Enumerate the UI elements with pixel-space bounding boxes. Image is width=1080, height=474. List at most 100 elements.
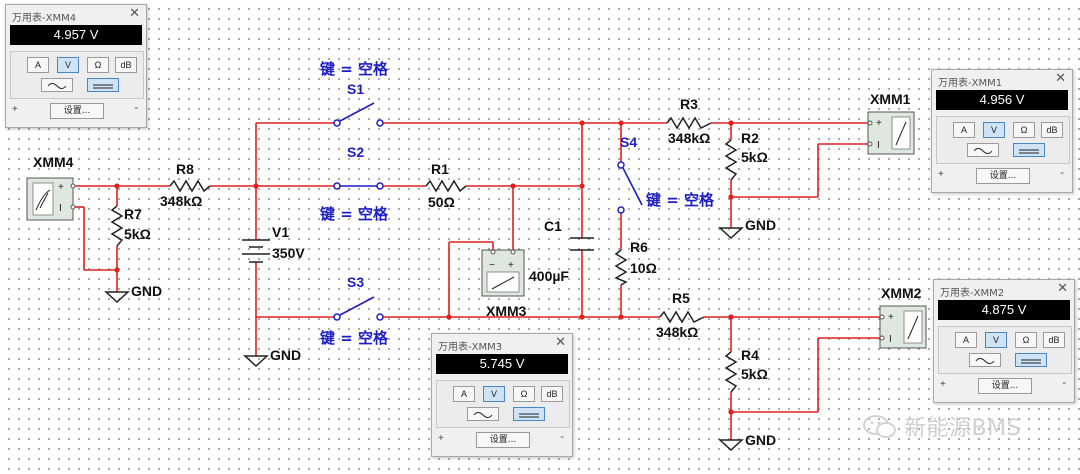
dc-button[interactable] <box>513 407 545 421</box>
positive-terminal-label: + <box>940 379 946 390</box>
switch-s2[interactable] <box>333 182 384 190</box>
v1-value: 350V <box>272 245 305 261</box>
resistor-r4 <box>724 351 738 393</box>
xmm4-label: XMM4 <box>33 154 74 170</box>
meter-symbol-xmm4[interactable]: + I <box>26 177 76 221</box>
s1-key-label: 键 = 空格 <box>319 60 389 78</box>
settings-button[interactable]: 设置... <box>978 378 1032 394</box>
r3-label: R3 <box>680 96 698 112</box>
svg-text:+: + <box>888 312 894 323</box>
meter-symbol-xmm3[interactable]: − + <box>481 249 525 297</box>
meter-display: 5.745 V <box>436 354 568 374</box>
voltmeter-button[interactable]: V <box>985 332 1007 348</box>
r4-value: 5kΩ <box>741 366 768 382</box>
xmm1-label: XMM1 <box>870 91 911 107</box>
ammeter-button[interactable]: A <box>453 386 475 402</box>
gnd-label: GND <box>270 347 301 363</box>
s2-key-label: 键 = 空格 <box>319 205 389 223</box>
r7-label: R7 <box>124 206 142 222</box>
gnd-label: GND <box>131 283 162 299</box>
switch-s1[interactable] <box>333 102 384 127</box>
settings-button[interactable]: 设置... <box>50 103 104 119</box>
r3-value: 348kΩ <box>668 130 710 146</box>
multimeter-panel-xmm2: 万用表-XMM2 ✕ 4.875 V A V Ω dB + 设置... - <box>933 279 1075 403</box>
sine-wave-icon <box>975 358 995 364</box>
dc-line-icon <box>93 84 113 89</box>
negative-terminal-label: - <box>1060 167 1064 179</box>
meter-display: 4.875 V <box>938 300 1070 320</box>
svg-text:+: + <box>508 260 514 271</box>
ac-wave-button[interactable] <box>969 353 1001 367</box>
r1-label: R1 <box>431 161 449 177</box>
close-icon[interactable]: ✕ <box>1055 71 1066 86</box>
dc-line-icon <box>1021 359 1041 364</box>
svg-text:+: + <box>876 118 882 129</box>
resistor-r7 <box>110 205 124 247</box>
s3-key-label: 键 = 空格 <box>319 329 389 347</box>
settings-button[interactable]: 设置... <box>976 168 1030 184</box>
sine-wave-icon <box>973 148 993 154</box>
ammeter-button[interactable]: A <box>953 122 975 138</box>
r6-value: 10Ω <box>630 260 657 276</box>
decibel-button[interactable]: dB <box>1043 332 1065 348</box>
positive-terminal-label: + <box>938 169 944 180</box>
ammeter-button[interactable]: A <box>27 57 49 73</box>
meter-symbol-xmm1[interactable]: + I <box>867 111 915 155</box>
gnd-label: GND <box>745 432 776 448</box>
r2-value: 5kΩ <box>741 149 768 165</box>
resistor-r2 <box>724 139 738 181</box>
dc-button[interactable] <box>87 78 119 92</box>
ammeter-button[interactable]: A <box>955 332 977 348</box>
switch-s4[interactable] <box>617 161 643 214</box>
decibel-button[interactable]: dB <box>1041 122 1063 138</box>
panel-title: 万用表-XMM2 <box>940 288 1005 299</box>
r5-value: 348kΩ <box>656 324 698 340</box>
ohmmeter-button[interactable]: Ω <box>87 57 109 73</box>
close-icon[interactable]: ✕ <box>129 6 140 21</box>
r2-label: R2 <box>741 130 759 146</box>
ohmmeter-button[interactable]: Ω <box>1015 332 1037 348</box>
close-icon[interactable]: ✕ <box>555 335 566 350</box>
dc-line-icon <box>1019 149 1039 154</box>
xmm3-label: XMM3 <box>486 303 527 319</box>
dc-button[interactable] <box>1013 143 1045 157</box>
voltmeter-button[interactable]: V <box>483 386 505 402</box>
voltmeter-button[interactable]: V <box>983 122 1005 138</box>
decibel-button[interactable]: dB <box>115 57 137 73</box>
battery-v1 <box>242 239 270 263</box>
meter-display: 4.956 V <box>936 90 1068 110</box>
positive-terminal-label: + <box>12 104 18 115</box>
negative-terminal-label: - <box>134 102 138 114</box>
svg-text:I: I <box>889 334 892 345</box>
voltmeter-button[interactable]: V <box>57 57 79 73</box>
ac-wave-button[interactable] <box>467 407 499 421</box>
r6-label: R6 <box>630 239 648 255</box>
ac-wave-button[interactable] <box>41 78 73 92</box>
ohmmeter-button[interactable]: Ω <box>513 386 535 402</box>
wechat-logo-icon <box>863 415 896 438</box>
panel-title: 万用表-XMM1 <box>938 78 1003 89</box>
switch-s3[interactable] <box>333 296 384 321</box>
svg-text:−: − <box>489 260 495 271</box>
s3-label: S3 <box>347 274 364 290</box>
mode-button-group: A V Ω dB <box>936 116 1070 164</box>
close-icon[interactable]: ✕ <box>1057 281 1068 296</box>
sine-wave-icon <box>473 412 493 418</box>
mode-button-group: A V Ω dB <box>10 51 144 99</box>
v1-label: V1 <box>272 224 289 240</box>
xmm2-label: XMM2 <box>881 285 922 301</box>
multimeter-panel-xmm3: 万用表-XMM3 ✕ 5.745 V A V Ω dB + 设置... - <box>431 333 573 457</box>
meter-symbol-xmm2[interactable]: + I <box>879 305 927 349</box>
svg-text:I: I <box>59 203 62 214</box>
settings-button[interactable]: 设置... <box>476 432 530 448</box>
s4-label: S4 <box>620 134 637 150</box>
ohmmeter-button[interactable]: Ω <box>1013 122 1035 138</box>
s1-label: S1 <box>347 81 364 97</box>
r8-value: 348kΩ <box>160 193 202 209</box>
r7-value: 5kΩ <box>124 226 151 242</box>
dc-button[interactable] <box>1015 353 1047 367</box>
mode-button-group: A V Ω dB <box>938 326 1072 374</box>
ac-wave-button[interactable] <box>967 143 999 157</box>
decibel-button[interactable]: dB <box>541 386 563 402</box>
svg-text:I: I <box>877 140 880 151</box>
